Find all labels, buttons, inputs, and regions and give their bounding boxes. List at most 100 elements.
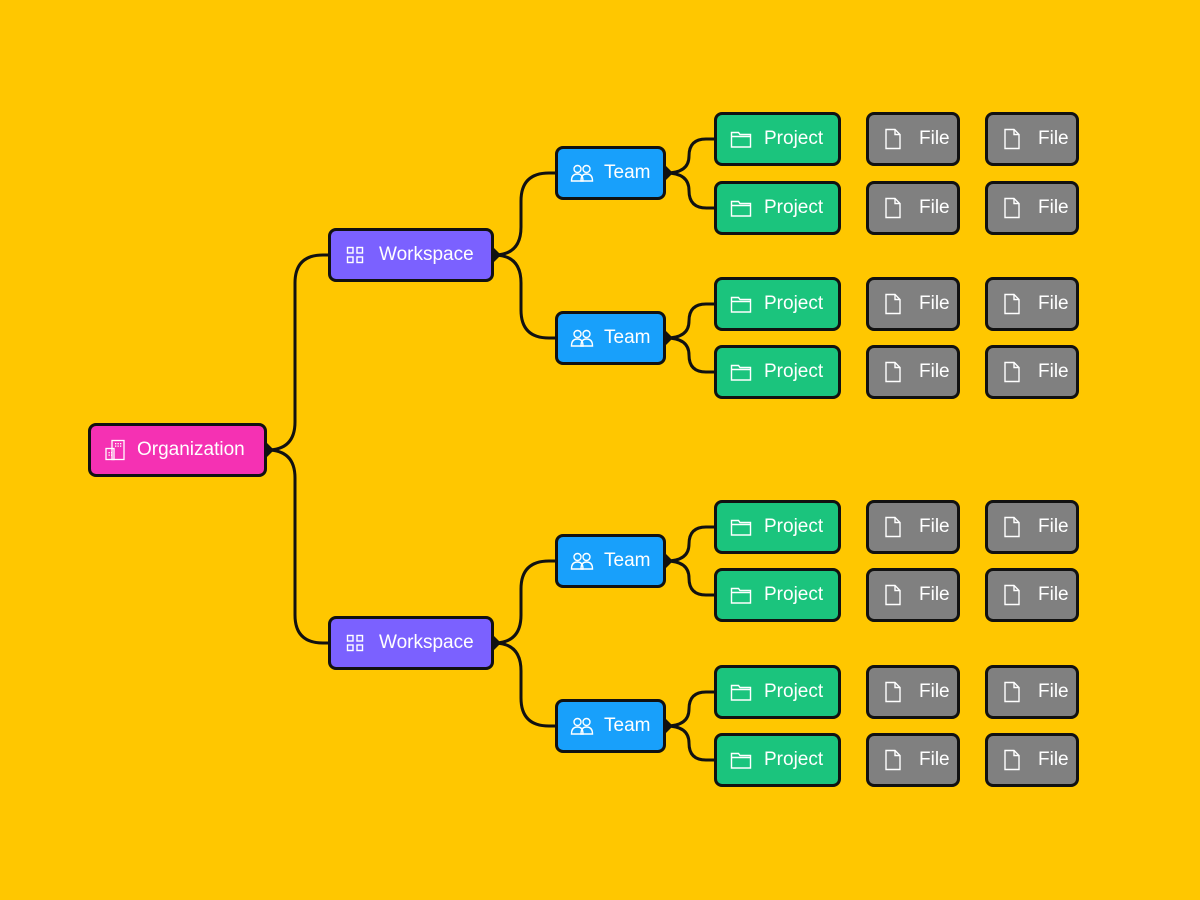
file-node-label: File bbox=[1038, 361, 1069, 382]
grid-icon bbox=[343, 243, 367, 267]
file-node[interactable]: File bbox=[866, 568, 960, 622]
project-node-label: Project bbox=[764, 197, 824, 218]
file-node-label: File bbox=[1038, 584, 1069, 605]
file-icon bbox=[1000, 360, 1024, 384]
file-node[interactable]: File bbox=[985, 500, 1079, 554]
file-node[interactable]: File bbox=[866, 733, 960, 787]
team-node[interactable]: Team bbox=[555, 699, 666, 753]
project-node[interactable]: Project bbox=[714, 181, 841, 235]
file-icon bbox=[881, 583, 905, 607]
connector-org-workspace-1 bbox=[266, 253, 328, 452]
folder-icon bbox=[729, 360, 753, 384]
organization-node-label: Organization bbox=[137, 439, 245, 460]
project-node-label: Project bbox=[764, 128, 824, 149]
file-node-label: File bbox=[1038, 516, 1069, 537]
file-icon bbox=[1000, 583, 1024, 607]
file-node-label: File bbox=[919, 128, 950, 149]
project-node[interactable]: Project bbox=[714, 665, 841, 719]
file-icon bbox=[881, 515, 905, 539]
file-node[interactable]: File bbox=[985, 181, 1079, 235]
project-node[interactable]: Project bbox=[714, 277, 841, 331]
file-node[interactable]: File bbox=[866, 500, 960, 554]
file-node-label: File bbox=[919, 681, 950, 702]
project-node-label: Project bbox=[764, 749, 824, 770]
connector-workspace-team bbox=[493, 641, 555, 728]
workspace-node[interactable]: Workspace bbox=[328, 616, 494, 670]
file-icon bbox=[1000, 196, 1024, 220]
file-node-label: File bbox=[1038, 293, 1069, 314]
team-node[interactable]: Team bbox=[555, 534, 666, 588]
file-icon bbox=[881, 127, 905, 151]
users-icon bbox=[570, 326, 594, 350]
project-node-label: Project bbox=[764, 516, 824, 537]
file-node[interactable]: File bbox=[985, 665, 1079, 719]
folder-icon bbox=[729, 680, 753, 704]
file-icon bbox=[881, 196, 905, 220]
project-node-label: Project bbox=[764, 361, 824, 382]
team-node-label: Team bbox=[604, 715, 651, 736]
file-icon bbox=[1000, 515, 1024, 539]
file-icon bbox=[1000, 127, 1024, 151]
workspace-node-label: Workspace bbox=[379, 244, 474, 265]
project-node[interactable]: Project bbox=[714, 568, 841, 622]
file-node[interactable]: File bbox=[866, 345, 960, 399]
project-node-label: Project bbox=[764, 584, 824, 605]
file-node-label: File bbox=[919, 749, 950, 770]
file-node[interactable]: File bbox=[866, 665, 960, 719]
project-node[interactable]: Project bbox=[714, 500, 841, 554]
file-icon bbox=[881, 292, 905, 316]
file-node-label: File bbox=[919, 516, 950, 537]
folder-icon bbox=[729, 292, 753, 316]
file-node[interactable]: File bbox=[866, 112, 960, 166]
connector-team-project bbox=[665, 525, 714, 563]
connector-team-project bbox=[665, 137, 714, 175]
workspace-node[interactable]: Workspace bbox=[328, 228, 494, 282]
team-node-label: Team bbox=[604, 162, 651, 183]
file-icon bbox=[1000, 748, 1024, 772]
file-node-label: File bbox=[919, 293, 950, 314]
project-node[interactable]: Project bbox=[714, 345, 841, 399]
users-icon bbox=[570, 161, 594, 185]
connector-team-project bbox=[665, 336, 714, 374]
connector-team-project bbox=[665, 302, 714, 340]
project-node-label: Project bbox=[764, 681, 824, 702]
file-icon bbox=[881, 360, 905, 384]
team-node[interactable]: Team bbox=[555, 311, 666, 365]
connector-team-project bbox=[665, 171, 714, 210]
connector-team-project bbox=[665, 559, 714, 597]
file-icon bbox=[881, 748, 905, 772]
file-node[interactable]: File bbox=[985, 733, 1079, 787]
connector-team-project bbox=[665, 724, 714, 762]
file-icon bbox=[881, 680, 905, 704]
file-icon bbox=[1000, 292, 1024, 316]
file-node-label: File bbox=[1038, 749, 1069, 770]
connector-workspace-team bbox=[493, 253, 555, 340]
hierarchy-diagram: Organization Workspace Team Project File File… bbox=[0, 0, 1200, 900]
file-node-label: File bbox=[1038, 197, 1069, 218]
file-node-label: File bbox=[1038, 128, 1069, 149]
project-node-label: Project bbox=[764, 293, 824, 314]
organization-node[interactable]: Organization bbox=[88, 423, 267, 477]
file-node-label: File bbox=[919, 584, 950, 605]
project-node[interactable]: Project bbox=[714, 733, 841, 787]
grid-icon bbox=[343, 631, 367, 655]
connector-org-workspace-2 bbox=[266, 448, 328, 645]
folder-icon bbox=[729, 515, 753, 539]
file-node-label: File bbox=[1038, 681, 1069, 702]
file-node[interactable]: File bbox=[866, 181, 960, 235]
team-node-label: Team bbox=[604, 327, 651, 348]
folder-icon bbox=[729, 196, 753, 220]
team-node[interactable]: Team bbox=[555, 146, 666, 200]
folder-icon bbox=[729, 748, 753, 772]
file-node[interactable]: File bbox=[985, 345, 1079, 399]
connector-team-project bbox=[665, 690, 714, 728]
folder-icon bbox=[729, 583, 753, 607]
file-node[interactable]: File bbox=[866, 277, 960, 331]
connector-workspace-team bbox=[493, 171, 555, 257]
file-node[interactable]: File bbox=[985, 568, 1079, 622]
project-node[interactable]: Project bbox=[714, 112, 841, 166]
file-node[interactable]: File bbox=[985, 277, 1079, 331]
file-node[interactable]: File bbox=[985, 112, 1079, 166]
workspace-node-label: Workspace bbox=[379, 632, 474, 653]
building-icon bbox=[103, 438, 127, 462]
